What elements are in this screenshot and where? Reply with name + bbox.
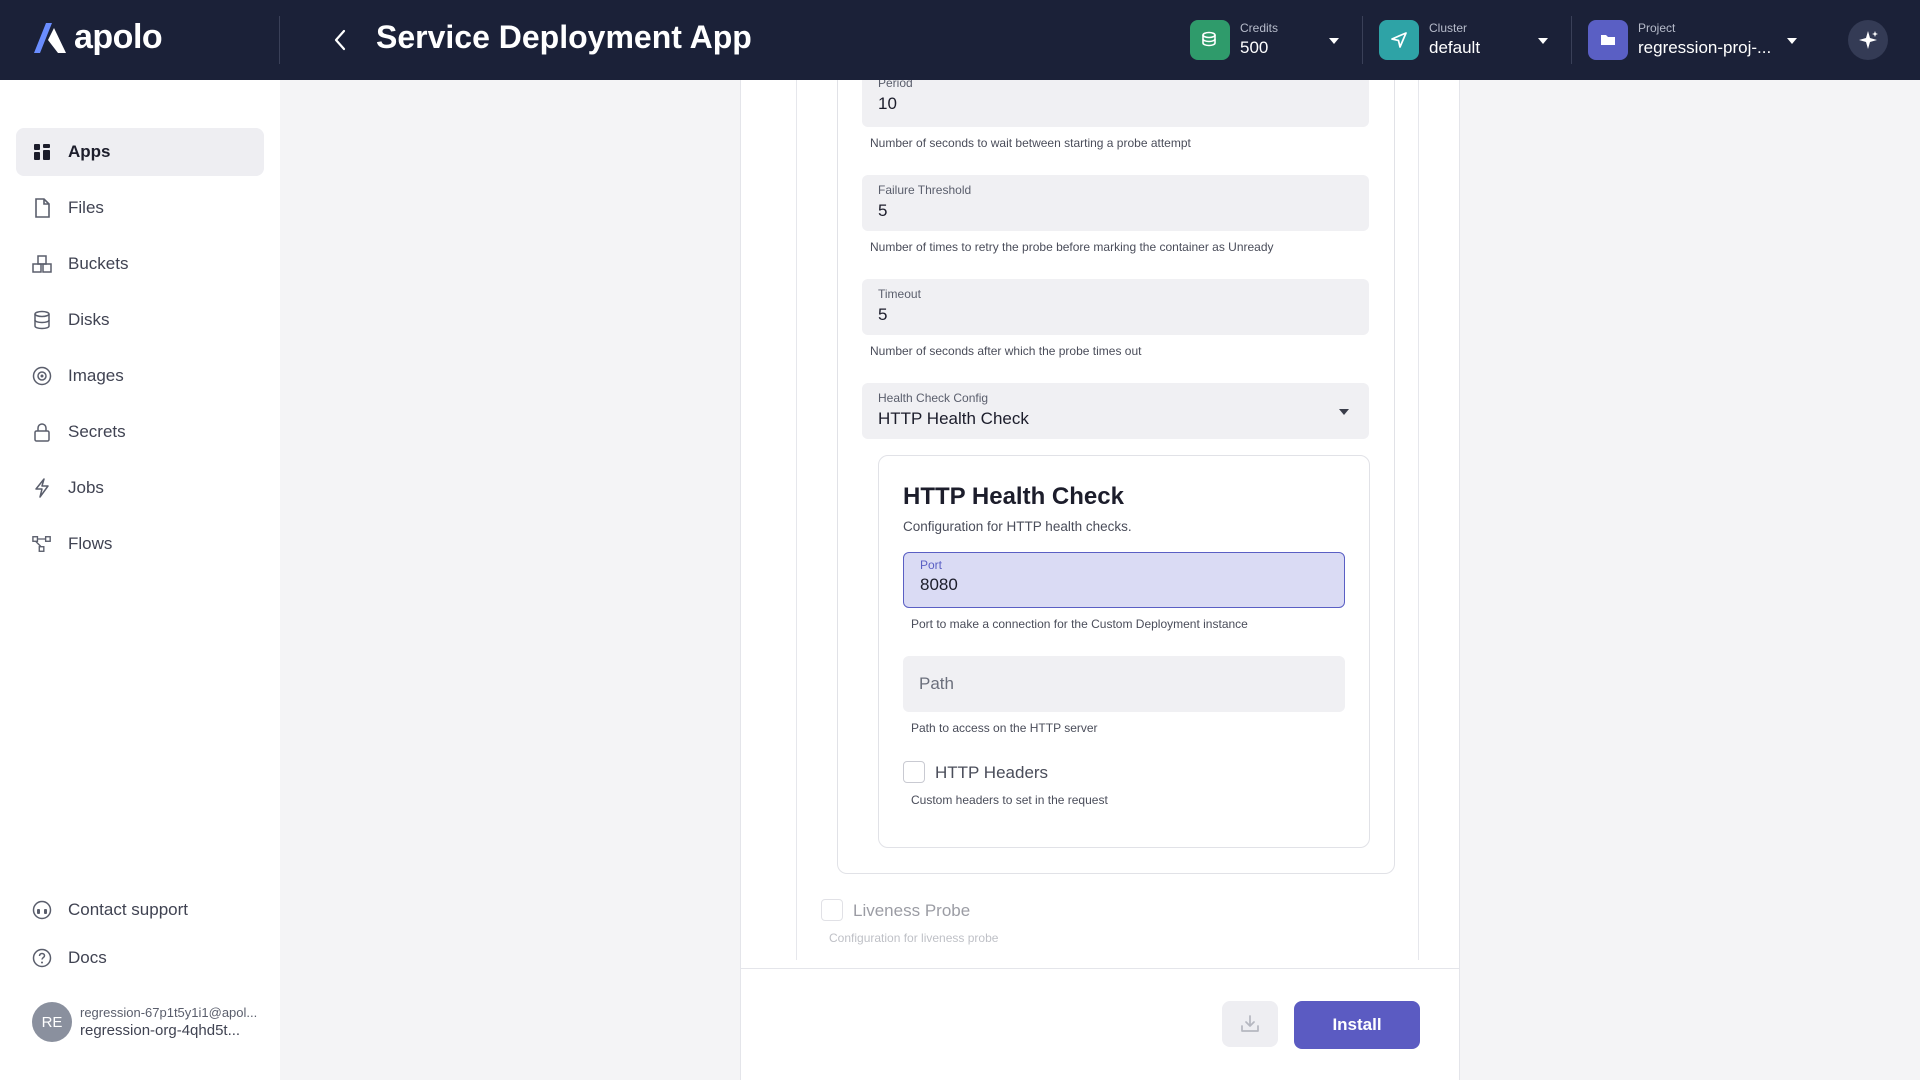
credits-value: 500 <box>1240 38 1269 57</box>
chevron-left-icon <box>334 29 346 51</box>
coins-icon <box>1190 20 1230 60</box>
lightning-icon <box>32 478 52 498</box>
failure-threshold-field[interactable]: Failure Threshold 5 <box>862 175 1369 231</box>
download-icon <box>1241 1015 1259 1032</box>
project-value: regression-proj-... <box>1638 38 1772 57</box>
chevron-down-icon[interactable] <box>1787 38 1797 44</box>
user-org: regression-org-4qhd5t... <box>80 1022 241 1039</box>
project-selector[interactable]: Project regression-proj-... <box>1588 18 1788 62</box>
period-field[interactable]: Period 10 <box>862 80 1369 127</box>
database-icon <box>32 310 52 330</box>
chevron-down-icon[interactable] <box>1329 38 1339 44</box>
buckets-icon <box>32 254 52 274</box>
sparkle-icon <box>1859 31 1878 49</box>
sidebar-item-buckets[interactable]: Buckets <box>16 240 264 288</box>
apps-grid-icon <box>32 142 52 162</box>
sidebar-item-label: Files <box>68 198 104 217</box>
port-value: 8080 <box>920 575 958 594</box>
project-caption: Project <box>1638 21 1676 35</box>
timeout-caption: Timeout <box>878 287 921 301</box>
liveness-probe-checkbox[interactable] <box>821 899 843 921</box>
failure-threshold-caption: Failure Threshold <box>878 183 972 197</box>
image-disc-icon <box>32 366 52 386</box>
http-health-check-description: Configuration for HTTP health checks. <box>903 519 1132 534</box>
failure-threshold-value: 5 <box>878 201 888 220</box>
health-check-config-select[interactable]: Health Check Config HTTP Health Check <box>862 383 1369 439</box>
health-check-config-value: HTTP Health Check <box>878 409 1029 428</box>
footer-divider <box>740 968 1460 969</box>
port-input[interactable]: Port 8080 <box>903 552 1345 608</box>
send-icon <box>1379 20 1419 60</box>
failure-threshold-help: Number of times to retry the probe befor… <box>870 240 1274 254</box>
ai-assistant-button[interactable] <box>1848 20 1888 60</box>
sidebar-item-label: Images <box>68 366 124 385</box>
http-health-check-card <box>878 455 1370 848</box>
sidebar-item-secrets[interactable]: Secrets <box>16 408 264 456</box>
user-profile[interactable]: RE regression-67p1t5y1i1@apol... regress… <box>32 1002 257 1042</box>
health-check-config-caption: Health Check Config <box>878 391 989 405</box>
credits-selector[interactable]: Credits 500 <box>1190 18 1340 62</box>
port-help: Port to make a connection for the Custom… <box>911 617 1248 631</box>
path-help: Path to access on the HTTP server <box>911 721 1098 735</box>
cluster-value: default <box>1429 38 1481 57</box>
apolo-logo-icon <box>34 22 66 53</box>
period-caption: Period <box>878 80 913 90</box>
user-email: regression-67p1t5y1i1@apol... <box>80 1005 258 1020</box>
install-button[interactable]: Install <box>1294 1001 1420 1049</box>
cluster-caption: Cluster <box>1429 21 1468 35</box>
http-health-check-title: HTTP Health Check <box>903 483 1124 510</box>
chevron-down-icon <box>1339 409 1349 415</box>
liveness-probe-label: Liveness Probe <box>853 901 971 920</box>
lock-icon <box>32 422 52 442</box>
file-icon <box>32 198 52 218</box>
avatar: RE <box>32 1002 72 1042</box>
sidebar-item-images[interactable]: Images <box>16 352 264 400</box>
timeout-value: 5 <box>878 305 888 324</box>
sidebar-item-docs[interactable]: Docs <box>16 934 264 982</box>
divider <box>1571 16 1572 64</box>
sidebar-item-label: Docs <box>68 948 107 967</box>
period-value: 10 <box>878 94 897 113</box>
sidebar-item-contact-support[interactable]: Contact support <box>16 886 264 934</box>
sidebar-item-label: Contact support <box>68 900 189 919</box>
cluster-selector[interactable]: Cluster default <box>1379 18 1549 62</box>
sidebar-item-disks[interactable]: Disks <box>16 296 264 344</box>
help-circle-icon <box>32 948 52 968</box>
sidebar: Apps Files Buckets Disks Images Secrets <box>0 80 280 1080</box>
divider <box>1362 16 1363 64</box>
http-headers-help: Custom headers to set in the request <box>911 793 1108 807</box>
http-headers-label: HTTP Headers <box>935 763 1049 782</box>
sidebar-item-label: Disks <box>68 310 110 329</box>
sidebar-item-label: Apps <box>68 142 111 161</box>
logo-text: apolo <box>74 18 163 56</box>
download-button[interactable] <box>1222 1001 1278 1047</box>
liveness-probe-help: Configuration for liveness probe <box>829 931 999 945</box>
top-bar: apolo Service Deployment App Credits 500… <box>0 0 1920 80</box>
apolo-logo[interactable]: apolo <box>30 18 163 57</box>
sidebar-item-files[interactable]: Files <box>16 184 264 232</box>
period-help: Number of seconds to wait between starti… <box>870 136 1191 150</box>
credits-caption: Credits <box>1240 21 1279 35</box>
timeout-field[interactable]: Timeout 5 <box>862 279 1369 335</box>
sidebar-item-label: Buckets <box>68 254 129 273</box>
http-headers-checkbox[interactable] <box>903 761 925 783</box>
path-placeholder: Path <box>919 674 954 693</box>
sidebar-item-label: Secrets <box>68 422 126 441</box>
flows-icon <box>32 534 52 554</box>
port-caption: Port <box>920 558 943 572</box>
path-input[interactable]: Path <box>903 656 1345 712</box>
sidebar-item-label: Flows <box>68 534 113 553</box>
timeout-help: Number of seconds after which the probe … <box>870 344 1142 358</box>
divider <box>279 16 280 64</box>
chevron-down-icon[interactable] <box>1538 38 1548 44</box>
headset-icon <box>32 900 52 920</box>
sidebar-item-apps[interactable]: Apps <box>16 128 264 176</box>
sidebar-item-jobs[interactable]: Jobs <box>16 464 264 512</box>
sidebar-item-label: Jobs <box>68 478 104 497</box>
back-button[interactable] <box>324 24 356 56</box>
folder-icon <box>1588 20 1628 60</box>
sidebar-item-flows[interactable]: Flows <box>16 520 264 568</box>
page-title: Service Deployment App <box>376 19 752 55</box>
